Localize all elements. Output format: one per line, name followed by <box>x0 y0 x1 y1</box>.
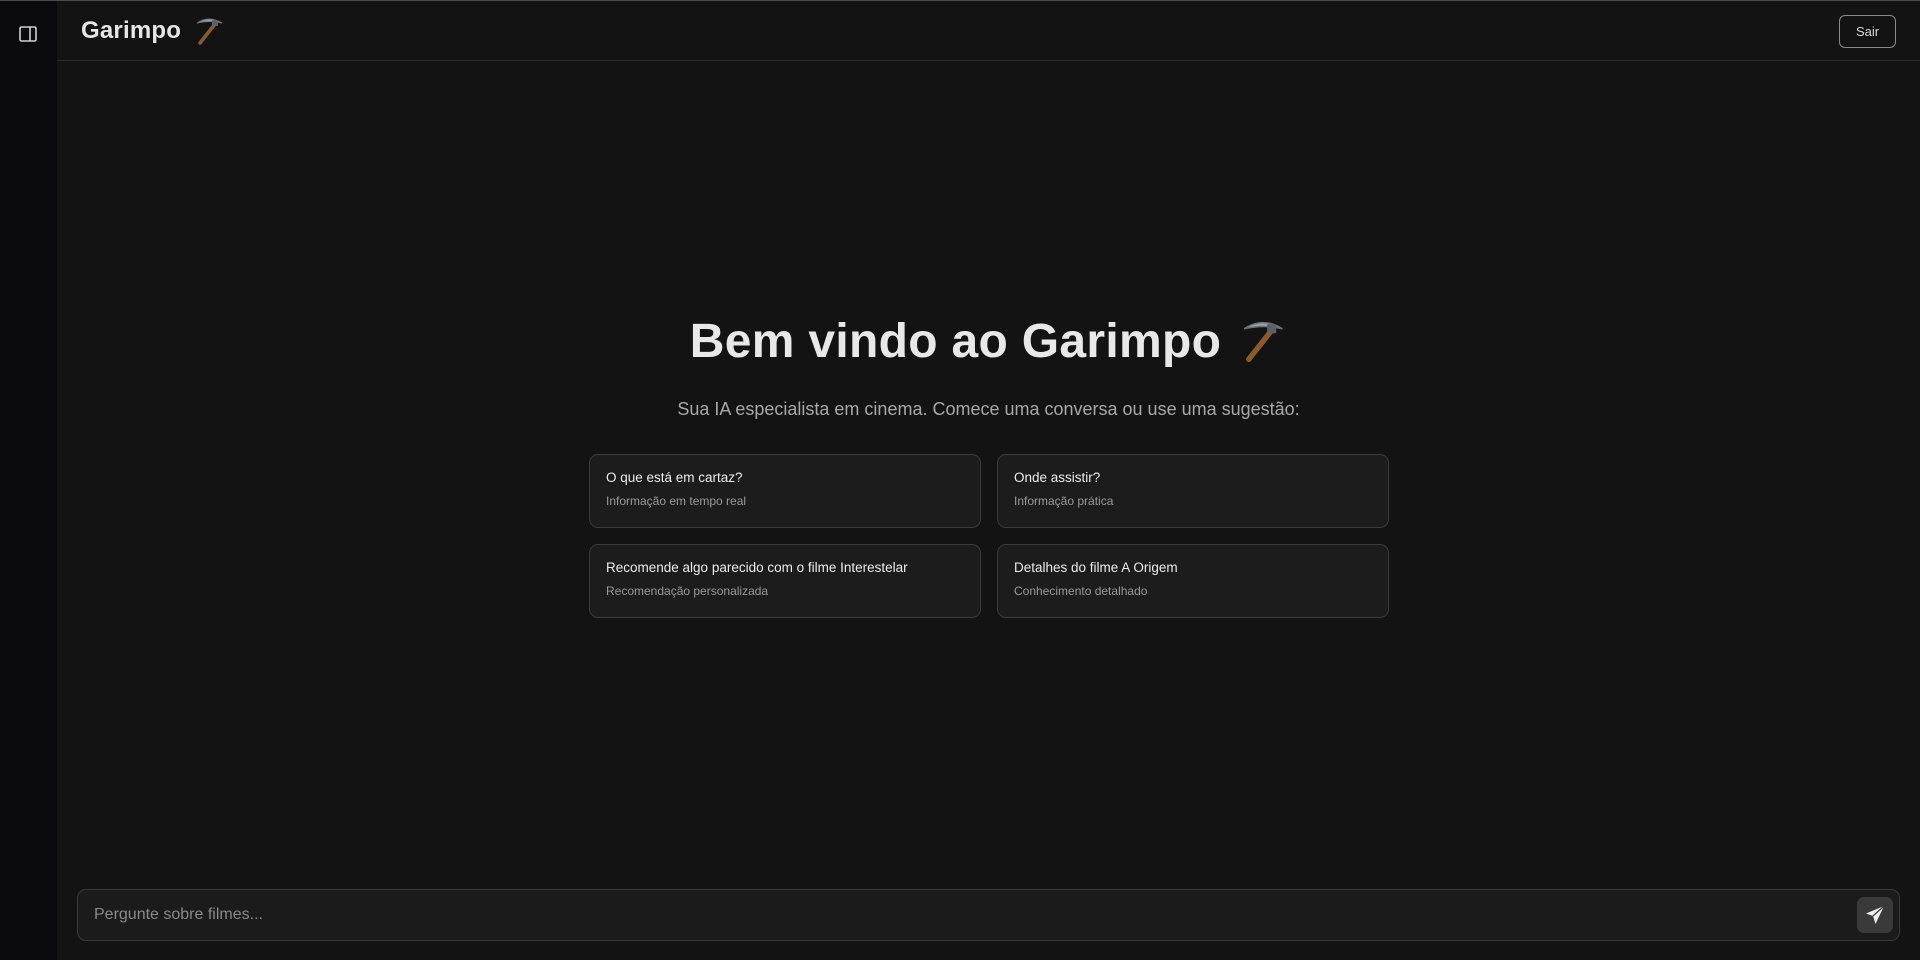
suggestion-title: Detalhes do filme A Origem <box>1014 560 1178 575</box>
suggestion-card[interactable]: Recomende algo parecido com o filme Inte… <box>589 544 981 618</box>
suggestion-title: Onde assistir? <box>1014 470 1101 485</box>
welcome-section: Bem vindo ao Garimpo Sua IA especialista… <box>57 309 1920 420</box>
suggestion-card[interactable]: Detalhes do filme A Origem Conhecimento … <box>997 544 1389 618</box>
suggestion-subtitle: Informação prática <box>1014 494 1114 508</box>
chat-input[interactable] <box>94 890 1814 940</box>
logout-button[interactable]: Sair <box>1839 15 1896 48</box>
send-button[interactable] <box>1857 897 1893 933</box>
welcome-heading: Bem vindo ao Garimpo <box>690 309 1287 373</box>
suggestion-card[interactable]: Onde assistir? Informação prática <box>997 454 1389 528</box>
suggestion-grid: O que está em cartaz? Informação em temp… <box>589 454 1389 618</box>
suggestion-subtitle: Conhecimento detalhado <box>1014 584 1148 598</box>
app-root: Garimpo Sair Bem vindo ao Garimpo Sua IA… <box>0 0 1920 960</box>
suggestion-subtitle: Informação em tempo real <box>606 494 747 508</box>
sidebar-toggle-button[interactable] <box>16 22 40 46</box>
welcome-subtitle: Sua IA especialista em cinema. Comece um… <box>677 399 1300 419</box>
chat-composer <box>77 889 1900 941</box>
top-header: Garimpo Sair <box>57 1 1920 61</box>
pickaxe-icon <box>196 18 223 45</box>
main-area: Garimpo Sair Bem vindo ao Garimpo Sua IA… <box>57 0 1920 960</box>
sidebar-rail <box>0 0 57 960</box>
suggestion-subtitle: Recomendação personalizada <box>606 584 769 598</box>
suggestion-card[interactable]: O que está em cartaz? Informação em temp… <box>589 454 981 528</box>
suggestion-title: O que está em cartaz? <box>606 470 743 485</box>
suggestion-title: Recomende algo parecido com o filme Inte… <box>606 560 908 575</box>
send-icon <box>1866 905 1885 924</box>
brand: Garimpo <box>81 15 225 47</box>
sidebar-panel-icon <box>19 26 37 42</box>
pickaxe-icon <box>1243 321 1284 363</box>
app-title: Garimpo <box>81 17 182 44</box>
welcome-title: Bem vindo ao Garimpo <box>689 314 1222 368</box>
